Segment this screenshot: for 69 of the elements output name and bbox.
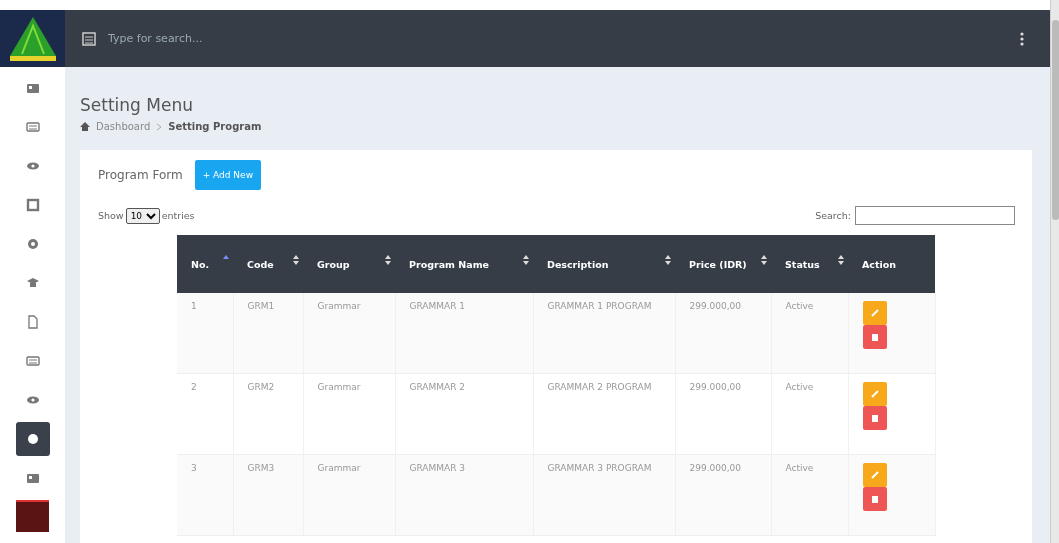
column-header[interactable]: Status [771,235,848,293]
table-cell: Active [771,454,848,536]
table-cell: GRM3 [233,454,303,536]
column-header[interactable]: Code [233,235,303,293]
search-label: Search: [815,210,851,221]
home-icon [80,122,90,131]
sort-icon[interactable] [838,255,844,265]
column-header[interactable]: Description [533,235,675,293]
table-cell: Grammar [303,454,395,536]
table-cell: GRAMMAR 1 PROGRAM [533,293,675,374]
column-header[interactable]: Action [848,235,935,293]
table-cell: Active [771,373,848,455]
table-cell: 3 [177,454,233,536]
square-icon [25,198,40,212]
entries-dropdown[interactable]: 10 [125,207,160,224]
column-header[interactable]: Group [303,235,395,293]
scrollbar[interactable] [1050,0,1059,543]
sidebar-item[interactable] [15,422,50,456]
show-label: Show [98,210,124,221]
chevron-icon [156,122,163,131]
table-cell: GRAMMAR 3 [395,454,533,536]
breadcrumb-current: Setting Program [168,121,262,132]
sort-icon[interactable] [665,255,671,265]
table-cell: 299.000,00 [675,293,771,374]
table-cell: GRAMMAR 2 [395,373,533,455]
pencil-icon [870,471,879,479]
table-cell: 299.000,00 [675,373,771,455]
table-cell: GRM1 [233,293,303,374]
card-title: Program Form [98,168,183,182]
table-cell: 2 [177,373,233,455]
sort-icon[interactable] [293,255,299,265]
document-icon [25,315,40,329]
search-field[interactable]: Type for search... [106,31,410,46]
sort-icon[interactable] [385,255,391,265]
table-cell: Grammar [303,373,395,455]
sort-icon[interactable] [761,255,767,265]
pencil-icon [870,309,879,317]
keyboard-icon [25,120,40,134]
column-header[interactable]: No. [177,235,233,293]
id-card-icon [25,471,40,485]
table-cell: 299.000,00 [675,454,771,536]
pencil-icon [870,390,879,398]
gear-icon [25,432,40,446]
sort-icon[interactable] [523,255,529,265]
table-cell: GRAMMAR 2 PROGRAM [533,373,675,455]
table-search-field[interactable] [855,206,1015,225]
trash-icon [871,333,878,341]
entries-label: entries [161,210,195,221]
thumbnail-block [16,500,49,532]
id-card-icon [25,81,40,95]
table-cell: Grammar [303,293,395,374]
delete-button[interactable] [862,487,887,511]
column-header[interactable]: Price (IDR) [675,235,771,293]
delete-button[interactable] [862,406,887,430]
keyboard-icon [25,354,40,368]
menu-icon[interactable] [82,31,96,46]
table-cell: Active [771,293,848,374]
table-cell: GRM2 [233,373,303,455]
gear-icon [25,237,40,251]
trash-icon [871,495,878,503]
more-options-icon[interactable] [1020,31,1024,46]
trash-icon [871,414,878,422]
table-cell: 1 [177,293,233,374]
graduation-cap-icon [25,276,40,290]
delete-button[interactable] [862,325,887,349]
table-cell: GRAMMAR 1 [395,293,533,374]
page-title: Setting Menu [80,95,194,115]
table-cell: GRAMMAR 3 PROGRAM [533,454,675,536]
column-header[interactable]: Program Name [395,235,533,293]
